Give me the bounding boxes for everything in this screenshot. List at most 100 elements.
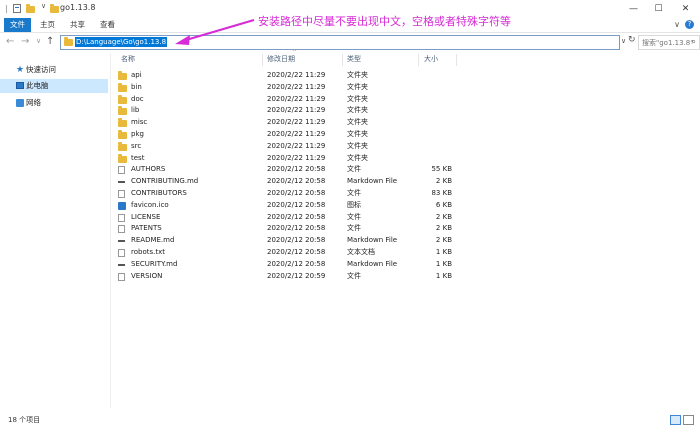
column-divider[interactable] [456, 54, 457, 66]
quick-access-dropdown-icon[interactable]: ∨ [41, 2, 46, 12]
table-row[interactable]: test 2020/2/22 11:29 文件夹 [116, 153, 456, 164]
file-type: 文件夹 [347, 71, 368, 79]
table-row[interactable]: CONTRIBUTING.md 2020/2/12 20:58 Markdown F… [116, 176, 456, 187]
tab-file[interactable]: 文件 [4, 18, 31, 32]
file-size: 83 KB [431, 189, 452, 197]
navigation-pane: ★ 快速访问 此电脑 网络 [0, 53, 111, 408]
markdown-icon [118, 237, 126, 245]
table-row[interactable]: favicon.ico 2020/2/12 20:58 图标 6 KB [116, 200, 456, 211]
table-row[interactable]: lib 2020/2/22 11:29 文件夹 [116, 105, 456, 116]
table-row[interactable]: VERSION 2020/2/12 20:59 文件 1 KB [116, 271, 456, 282]
expand-ribbon-icon[interactable]: ∨ [674, 20, 680, 29]
file-type: 文件 [347, 165, 361, 174]
column-divider[interactable] [262, 54, 263, 66]
folder-icon [118, 141, 127, 151]
file-name: doc [131, 94, 144, 103]
details-view-icon[interactable] [670, 415, 681, 425]
file-date: 2020/2/12 20:58 [267, 177, 326, 186]
column-header-date[interactable]: 修改日期 [267, 54, 295, 64]
file-type: 图标 [347, 200, 361, 209]
file-date: 2020/2/12 20:58 [267, 259, 326, 268]
file-name: bin [131, 82, 142, 91]
file-type: 文件夹 [347, 94, 368, 103]
file-date: 2020/2/12 20:58 [267, 212, 326, 221]
file-icon [118, 166, 125, 175]
folder-icon [118, 130, 127, 139]
column-divider[interactable] [418, 54, 419, 66]
column-header-size[interactable]: 大小 [424, 54, 438, 64]
folder-icon [118, 153, 127, 163]
search-placeholder: 搜索"go1.13.8" [642, 39, 694, 47]
search-input[interactable]: 搜索"go1.13.8" ⌕ [638, 35, 700, 50]
file-type: 文件 [347, 189, 361, 197]
properties-icon[interactable] [13, 4, 21, 14]
address-bar[interactable]: D:\Language\Go\go1.13.8 [60, 35, 620, 50]
new-folder-icon[interactable] [26, 4, 35, 16]
recent-locations-icon[interactable]: ∨ [36, 37, 41, 45]
file-type: 文件夹 [347, 153, 368, 162]
table-row[interactable]: PATENTS 2020/2/12 20:58 文件 2 KB [116, 223, 456, 234]
file-date: 2020/2/22 11:29 [267, 82, 326, 91]
file-type: 文件夹 [347, 141, 368, 150]
table-row[interactable]: LICENSE 2020/2/12 20:58 文件 2 KB [116, 212, 456, 223]
table-row[interactable]: pkg 2020/2/22 11:29 文件夹 [116, 129, 456, 140]
search-icon: ⌕ [691, 37, 696, 46]
large-icons-view-icon[interactable] [683, 415, 694, 425]
table-row[interactable]: robots.txt 2020/2/12 20:58 文本文档 1 KB [116, 247, 456, 258]
table-row[interactable]: src 2020/2/22 11:29 文件夹 [116, 141, 456, 152]
file-type: 文件夹 [347, 106, 368, 115]
minimize-button[interactable]: — [622, 0, 645, 18]
file-name: README.md [131, 236, 175, 245]
column-header-name[interactable]: 名称 [121, 54, 135, 64]
column-header-type[interactable]: 类型 [347, 54, 361, 64]
sidebar-item-label: 快速访问 [26, 65, 56, 74]
address-path[interactable]: D:\Language\Go\go1.13.8 [75, 37, 168, 47]
file-date: 2020/2/22 11:29 [267, 118, 326, 127]
markdown-icon [118, 178, 126, 186]
separator [6, 5, 7, 13]
table-row[interactable]: AUTHORS 2020/2/12 20:58 文件 55 KB [116, 164, 456, 175]
file-type: 文件 [347, 212, 361, 221]
status-bar: 18 个项目 [0, 410, 700, 428]
file-date: 2020/2/12 20:59 [267, 271, 326, 280]
table-row[interactable]: CONTRIBUTORS 2020/2/12 20:58 文件 83 KB [116, 188, 456, 199]
refresh-icon[interactable]: ↻ [628, 35, 636, 45]
folder-icon [50, 4, 59, 16]
help-icon[interactable]: ? [685, 20, 694, 29]
close-button[interactable]: ✕ [674, 0, 697, 18]
sidebar-item-label: 此电脑 [26, 81, 49, 90]
up-arrow-icon[interactable]: ↑ [46, 36, 54, 47]
maximize-button[interactable]: ☐ [647, 0, 670, 18]
file-date: 2020/2/22 11:29 [267, 153, 326, 162]
tab-share[interactable]: 共享 [64, 18, 91, 32]
item-count: 18 个项目 [8, 416, 41, 424]
sidebar-item-quick-access[interactable]: ★ 快速访问 [0, 63, 108, 77]
star-icon: ★ [16, 65, 25, 75]
file-size: 2 KB [435, 177, 452, 186]
file-name: robots.txt [131, 248, 165, 256]
file-name: CONTRIBUTORS [131, 189, 187, 197]
file-date: 2020/2/12 20:58 [267, 189, 326, 197]
table-row[interactable]: README.md 2020/2/12 20:58 Markdown File 2 K… [116, 235, 456, 246]
address-dropdown-icon[interactable]: ∨ [621, 37, 626, 45]
tab-view[interactable]: 查看 [94, 18, 121, 32]
file-type: 文本文档 [347, 248, 375, 256]
file-icon [118, 213, 125, 222]
file-date: 2020/2/22 11:29 [267, 71, 326, 79]
table-row[interactable]: doc 2020/2/22 11:29 文件夹 [116, 94, 456, 105]
tab-home[interactable]: 主页 [34, 18, 61, 32]
file-type: Markdown File [347, 236, 398, 245]
file-type: Markdown File [347, 177, 398, 186]
back-arrow-icon[interactable]: ← [6, 36, 14, 47]
table-row[interactable]: SECURITY.md 2020/2/12 20:58 Markdown File 1… [116, 259, 456, 270]
table-row[interactable]: api 2020/2/22 11:29 文件夹 [116, 70, 456, 81]
file-date: 2020/2/22 11:29 [267, 94, 326, 103]
table-row[interactable]: misc 2020/2/22 11:29 文件夹 [116, 117, 456, 128]
forward-arrow-icon[interactable]: → [21, 36, 29, 47]
sidebar-item-this-pc[interactable]: 此电脑 [0, 79, 108, 93]
sidebar-item-network[interactable]: 网络 [0, 96, 108, 110]
column-divider[interactable] [342, 54, 343, 66]
folder-icon [118, 106, 127, 116]
file-date: 2020/2/22 11:29 [267, 130, 326, 138]
table-row[interactable]: bin 2020/2/22 11:29 文件夹 [116, 82, 456, 93]
